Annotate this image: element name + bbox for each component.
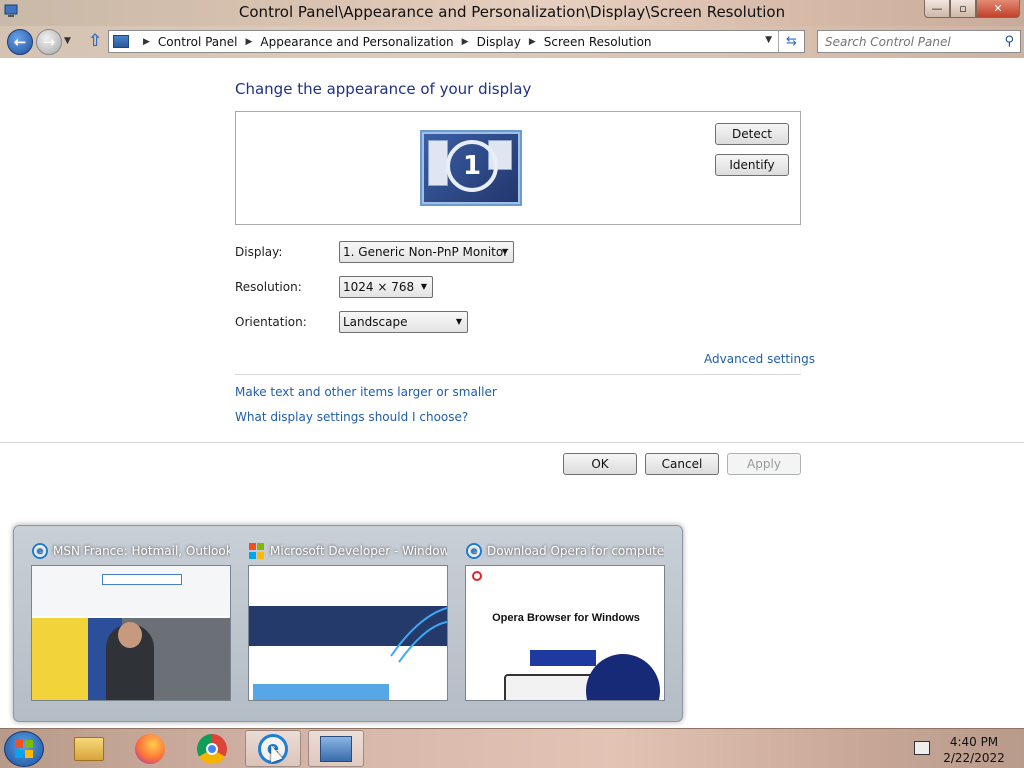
resolution-select[interactable]: 1024 × 768 ▼ (339, 276, 433, 298)
opera-page-heading: Opera Browser for Windows (492, 612, 640, 624)
breadcrumb-display[interactable]: Display ▶ (477, 35, 544, 49)
recent-pages-chevron-icon[interactable]: ▼ (64, 36, 71, 46)
resolution-label: Resolution: (235, 280, 302, 294)
breadcrumb-label: Control Panel (157, 34, 238, 49)
window-title: Control Panel\Appearance and Personaliza… (238, 3, 786, 21)
up-level-icon[interactable]: ⇧ (88, 32, 104, 50)
back-arrow-icon[interactable]: ← (7, 29, 33, 55)
control-panel-taskbar-button[interactable] (308, 730, 364, 767)
clock-time: 4:40 PM (949, 735, 999, 749)
detect-button[interactable]: Detect (715, 123, 789, 145)
breadcrumb-appearance[interactable]: Appearance and Personalization ▶ (260, 35, 476, 49)
window-thumbnail-icon (428, 140, 448, 186)
display-preview-panel: 1 Detect Identify (235, 111, 801, 225)
microsoft-logo-icon (249, 543, 265, 559)
internet-explorer-icon: e (32, 543, 48, 559)
breadcrumb-label: Appearance and Personalization (260, 34, 454, 49)
divider (235, 374, 801, 375)
breadcrumb-separator-icon: ▶ (143, 36, 150, 47)
cancel-button[interactable]: Cancel (645, 453, 719, 475)
taskbar-thumbnail-popup: e MSN France: Hotmail, Outlook, ... Micr… (13, 525, 683, 722)
thumbnail-preview (248, 565, 448, 701)
display-select-value: 1. Generic Non-PnP Monitor (343, 245, 509, 259)
resolution-select-value: 1024 × 768 (343, 280, 415, 294)
display-label: Display: (235, 245, 283, 259)
breadcrumb-separator-icon[interactable]: ▶ (462, 37, 469, 47)
clock-date: 2/22/2022 (943, 751, 1005, 765)
opera-logo-icon (472, 571, 482, 581)
apply-button[interactable]: Apply (727, 453, 801, 475)
taskbar: e 4:40 PM 2/22/2022 (0, 728, 1024, 768)
start-button[interactable] (4, 731, 44, 767)
page-title: Change the appearance of your display (235, 80, 532, 98)
orientation-select[interactable]: Landscape ▼ (339, 311, 468, 333)
forward-arrow-icon[interactable]: → (36, 29, 62, 55)
firefox-taskbar-button[interactable] (122, 730, 178, 767)
control-panel-location-icon (113, 35, 129, 48)
monitor-number: 1 (446, 140, 498, 192)
thumbnail-opera[interactable]: e Download Opera for computers... Opera … (462, 538, 665, 716)
identify-button[interactable]: Identify (715, 154, 789, 176)
display-help-link[interactable]: What display settings should I choose? (235, 410, 468, 424)
search-icon[interactable]: ⚲ (1004, 34, 1014, 49)
thumbnail-title: MSN France: Hotmail, Outlook, ... (53, 544, 230, 558)
address-bar[interactable]: ▶ Control Panel ▶ Appearance and Personal… (108, 30, 805, 53)
title-bar: Control Panel\Appearance and Personaliza… (0, 0, 1024, 26)
minimize-button[interactable]: — (924, 0, 950, 18)
breadcrumb-label: Display (476, 34, 521, 49)
advanced-settings-link[interactable]: Advanced settings (704, 352, 815, 366)
ok-button[interactable]: OK (563, 453, 637, 475)
text-size-link[interactable]: Make text and other items larger or smal… (235, 385, 497, 399)
internet-explorer-icon: e (466, 543, 482, 559)
thumbnail-title: Microsoft Developer - Windows... (270, 544, 447, 558)
system-clock[interactable]: 4:40 PM 2/22/2022 (940, 734, 1008, 766)
file-explorer-taskbar-button[interactable] (61, 730, 117, 767)
orientation-select-value: Landscape (343, 315, 408, 329)
network-icon[interactable] (914, 741, 930, 755)
navigation-bar: ← → ▼ ⇧ ▶ Control Panel ▶ Appearance and … (0, 26, 1024, 58)
firefox-icon (135, 733, 165, 764)
search-box[interactable]: ⚲ (817, 30, 1021, 53)
thumbnail-preview (31, 565, 231, 701)
chevron-down-icon: ▼ (501, 247, 508, 256)
breadcrumb-label: Screen Resolution (543, 34, 652, 49)
close-button[interactable]: ✕ (976, 0, 1020, 18)
address-dropdown-icon[interactable]: ▼ (765, 35, 772, 45)
chrome-icon (197, 733, 227, 764)
file-explorer-icon (74, 736, 104, 761)
search-input[interactable] (818, 31, 988, 52)
display-select[interactable]: 1. Generic Non-PnP Monitor ▼ (339, 241, 514, 263)
chevron-down-icon: ▼ (420, 282, 427, 291)
breadcrumb-screen-resolution[interactable]: Screen Resolution (544, 35, 652, 49)
thumbnail-msn[interactable]: e MSN France: Hotmail, Outlook, ... (28, 538, 231, 716)
control-panel-icon (320, 735, 352, 762)
breadcrumb-control-panel[interactable]: Control Panel ▶ (158, 35, 261, 49)
refresh-icon[interactable]: ⇆ (778, 31, 804, 52)
thumbnail-title: Download Opera for computers... (487, 544, 664, 558)
breadcrumb-separator-icon[interactable]: ▶ (529, 37, 536, 47)
thumbnail-preview: Opera Browser for Windows (465, 565, 665, 701)
orientation-label: Orientation: (235, 315, 307, 329)
chevron-down-icon: ▼ (455, 317, 462, 326)
breadcrumb-separator-icon[interactable]: ▶ (246, 37, 253, 47)
footer-divider (0, 442, 1024, 443)
chrome-taskbar-button[interactable] (184, 730, 240, 767)
maximize-button[interactable]: ▫ (950, 0, 976, 18)
thumbnail-microsoft-developer[interactable]: Microsoft Developer - Windows... (245, 538, 448, 716)
monitor-1-icon[interactable]: 1 (420, 130, 522, 206)
